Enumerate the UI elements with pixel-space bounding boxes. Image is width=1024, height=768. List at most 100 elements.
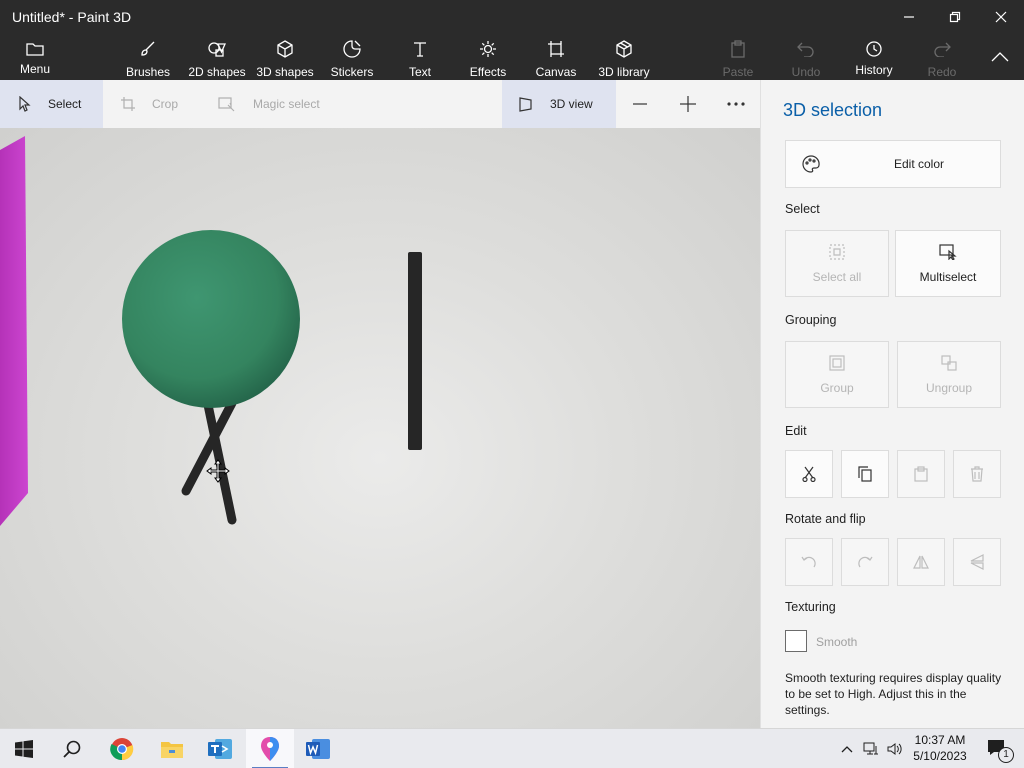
smooth-label: Smooth <box>816 635 858 649</box>
select-all-icon <box>829 243 845 260</box>
text-icon <box>414 42 426 57</box>
paste-button[interactable]: Paste <box>718 34 758 80</box>
brush-icon <box>141 41 155 56</box>
redo-button[interactable]: Redo <box>922 34 962 80</box>
network-button[interactable] <box>860 729 882 768</box>
start-button[interactable] <box>0 729 48 768</box>
flip-vertical-button[interactable] <box>953 538 1001 586</box>
crop-tool[interactable]: Crop <box>112 80 202 128</box>
3d-library-icon <box>616 40 632 58</box>
taskbar-word[interactable] <box>294 729 342 768</box>
3d-shapes-tool[interactable]: 3D shapes <box>255 34 315 80</box>
flip-horizontal-button[interactable] <box>897 538 945 586</box>
2d-shapes-icon <box>208 42 226 57</box>
chevron-up-icon <box>991 52 1009 62</box>
taskbar-file-explorer[interactable] <box>148 729 196 768</box>
magic-select-icon <box>218 97 235 112</box>
flip-vertical-icon <box>970 554 984 570</box>
restore-icon <box>949 11 961 23</box>
canvas-scene <box>0 136 422 526</box>
flip-horizontal-icon <box>913 555 929 569</box>
group-button[interactable]: Group <box>785 341 889 408</box>
more-dots-icon <box>727 102 745 106</box>
texturing-section-heading: Texturing <box>785 600 836 614</box>
trash-icon <box>971 466 983 482</box>
taskbar-paint-3d[interactable] <box>246 729 294 768</box>
paste-icon <box>731 40 745 58</box>
minimize-button[interactable] <box>886 0 932 34</box>
chrome-icon <box>110 738 134 761</box>
rotate-left-icon <box>801 556 816 568</box>
2d-shapes-tool[interactable]: 2D shapes <box>186 34 248 80</box>
main-toolbar: Menu Brushes 2D shapes 3D shapes Sticker… <box>0 34 1024 80</box>
taskbar-chrome[interactable] <box>98 729 146 768</box>
cube-icon <box>277 40 293 58</box>
sun-icon <box>480 41 496 57</box>
select-tool[interactable]: Select <box>0 80 103 128</box>
delete-button[interactable] <box>953 450 1001 498</box>
select-all-button[interactable]: Select all <box>785 230 889 297</box>
search-button[interactable] <box>48 729 96 768</box>
group-icon <box>829 354 845 371</box>
drawing-canvas[interactable] <box>0 128 760 728</box>
folder-icon <box>161 742 183 758</box>
copy-button[interactable] <box>841 450 889 498</box>
green-sphere-object[interactable] <box>122 230 300 408</box>
close-button[interactable] <box>978 0 1024 34</box>
effects-tool[interactable]: Effects <box>466 34 510 80</box>
plus-icon <box>680 96 696 112</box>
volume-button[interactable] <box>884 729 906 768</box>
sticker-icon <box>343 40 361 58</box>
notification-badge: 1 <box>998 747 1014 763</box>
panel-title: 3D selection <box>783 100 883 120</box>
canvas-tool[interactable]: Canvas <box>534 34 578 80</box>
word-icon <box>306 739 330 759</box>
stickers-tool[interactable]: Stickers <box>328 34 376 80</box>
multiselect-button[interactable]: Multiselect <box>895 230 1001 297</box>
menu-button[interactable]: Menu <box>12 34 58 80</box>
smooth-checkbox[interactable] <box>785 630 807 652</box>
multiselect-icon <box>939 243 957 260</box>
rotate-left-button[interactable] <box>785 538 833 586</box>
cut-button[interactable] <box>785 450 833 498</box>
undo-button[interactable]: Undo <box>786 34 826 80</box>
clock[interactable]: 10:37 AM 5/10/2023 <box>908 732 972 764</box>
ungroup-button[interactable]: Ungroup <box>897 341 1001 408</box>
magenta-3d-shape[interactable] <box>0 136 28 526</box>
paint-3d-icon <box>261 737 279 761</box>
edit-section-heading: Edit <box>785 424 807 438</box>
title-bar: Untitled* - Paint 3D <box>0 0 1024 34</box>
taskbar-teams-app[interactable] <box>196 729 244 768</box>
zoom-in-button[interactable] <box>676 80 700 128</box>
vertical-cylinder-object[interactable] <box>408 252 422 450</box>
minus-icon <box>633 103 647 105</box>
rotate-right-icon <box>858 556 873 568</box>
text-tool[interactable]: Text <box>400 34 440 80</box>
collapse-toolbar-button[interactable] <box>984 34 1016 80</box>
teams-icon <box>208 739 232 759</box>
history-button[interactable]: History <box>850 34 898 80</box>
notification-center-button[interactable]: 1 <box>978 729 1018 768</box>
edit-color-button[interactable]: Edit color <box>785 140 1001 188</box>
rotate-right-button[interactable] <box>841 538 889 586</box>
minimize-icon <box>904 16 914 18</box>
ungroup-icon <box>941 354 957 371</box>
show-hidden-icons-button[interactable] <box>836 729 858 768</box>
cursor-arrow-icon <box>19 96 31 112</box>
3d-view-toggle[interactable]: 3D view <box>502 80 616 128</box>
canvas-icon <box>548 41 564 57</box>
history-icon <box>866 41 882 57</box>
more-options-button[interactable] <box>724 80 748 128</box>
magic-select-tool[interactable]: Magic select <box>210 80 340 128</box>
paste-icon <box>914 466 928 482</box>
brushes-tool[interactable]: Brushes <box>120 34 176 80</box>
close-icon <box>995 11 1007 23</box>
3d-selection-panel: 3D selection Edit color Select Select al… <box>760 80 1024 728</box>
restore-button[interactable] <box>932 0 978 34</box>
zoom-out-button[interactable] <box>628 80 652 128</box>
clock-date: 5/10/2023 <box>913 749 967 763</box>
paste-panel-button[interactable] <box>897 450 945 498</box>
window-title: Untitled* - Paint 3D <box>12 9 132 25</box>
network-icon <box>863 742 878 755</box>
3d-library-tool[interactable]: 3D library <box>596 34 652 80</box>
